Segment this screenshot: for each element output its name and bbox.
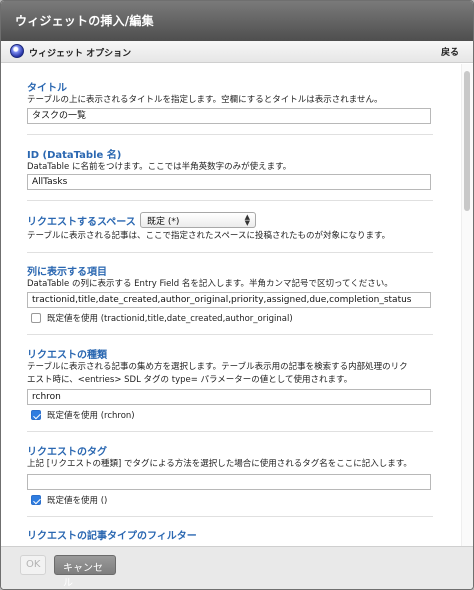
options-scroll-area[interactable]: タイトル テーブルの上に表示されるタイトルを指定します。空欄にするとタイトルは表…: [1, 64, 461, 546]
scrollbar-thumb[interactable]: [464, 71, 470, 211]
field-request-tag-description: 上記 [リクエストの種類] でタグによる方法を選択した場合に使用されるタグ名をこ…: [27, 459, 412, 469]
field-columns-label: 列に表示する項目: [27, 267, 107, 278]
field-id-description: DataTable に名前をつけます。ここでは半角英数字のみが使えます。: [27, 162, 292, 172]
field-title-description: テーブルの上に表示されるタイトルを指定します。空欄にするとタイトルは表示されませ…: [27, 95, 383, 105]
select-arrows-icon: ▲ ▼: [244, 213, 250, 227]
title-input[interactable]: タスクの一覧: [27, 108, 431, 124]
divider: [27, 334, 433, 335]
divider: [27, 431, 433, 432]
field-request-filter-label: リクエストの記事タイプのフィルター: [27, 531, 197, 542]
checkbox-unchecked-icon[interactable]: [31, 313, 41, 323]
request-kind-default-label: 既定値を使用 (rchron): [47, 411, 135, 421]
field-request-kind-description-2: エスト時に、<entries> SDL タグの type= パラメーターの値とし…: [27, 375, 353, 385]
checkbox-checked-icon[interactable]: [31, 410, 41, 420]
divider: [27, 252, 433, 253]
field-request-kind-description-1: テーブルに表示される記事の集め方を選択します。テーブル表示用の記事を検索する内部…: [27, 362, 408, 372]
options-subtitle: ウィジェット オプション: [29, 49, 132, 59]
field-request-tag-label: リクエストのタグ: [27, 447, 107, 458]
divider: [27, 134, 433, 135]
request-kind-default-checkbox[interactable]: 既定値を使用 (rchron): [31, 409, 135, 421]
back-link[interactable]: 戻る: [441, 45, 459, 58]
space-select[interactable]: 既定 (*) ▲ ▼: [140, 212, 256, 228]
columns-default-checkbox[interactable]: 既定値を使用 (tractionid,title,date_created,au…: [31, 312, 293, 324]
dialog-title: ウィジェットの挿入/編集: [1, 1, 473, 41]
field-request-kind: リクエストの種類 テーブルに表示される記事の集め方を選択します。テーブル表示用の…: [27, 346, 437, 387]
field-request-filter: リクエストの記事タイプのフィルター: [27, 527, 437, 542]
dialog-footer: OK キャンセル: [1, 546, 473, 589]
app-logo-icon: [10, 44, 24, 58]
request-tag-default-checkbox[interactable]: 既定値を使用 (): [31, 494, 107, 506]
ok-button[interactable]: OK: [20, 555, 46, 575]
field-columns: 列に表示する項目 DataTable の列に表示する Entry Field 名…: [27, 263, 437, 291]
field-title: タイトル テーブルの上に表示されるタイトルを指定します。空欄にするとタイトルは表…: [27, 79, 437, 107]
request-tag-input[interactable]: [27, 474, 431, 490]
field-request-tag: リクエストのタグ 上記 [リクエストの種類] でタグによる方法を選択した場合に使…: [27, 443, 437, 471]
columns-default-label: 既定値を使用 (tractionid,title,date_created,au…: [47, 314, 293, 324]
field-id-label: ID (DataTable 名): [27, 150, 122, 161]
columns-input[interactable]: tractionid,title,date_created,author_ori…: [27, 292, 431, 308]
field-title-label: タイトル: [27, 83, 67, 94]
id-input[interactable]: AllTasks: [27, 174, 431, 190]
divider: [27, 516, 433, 517]
widget-dialog: ウィジェットの挿入/編集 ウィジェット オプション 戻る タイトル テーブルの上…: [0, 0, 474, 590]
field-request-kind-label: リクエストの種類: [27, 350, 107, 361]
checkbox-checked-icon[interactable]: [31, 495, 41, 505]
divider: [27, 200, 433, 201]
space-select-value: 既定 (*): [147, 217, 180, 227]
request-kind-input[interactable]: rchron: [27, 389, 431, 405]
cancel-button[interactable]: キャンセル: [54, 555, 116, 589]
options-header: ウィジェット オプション 戻る: [1, 41, 473, 63]
field-columns-description: DataTable の列に表示する Entry Field 名を記入します。半角…: [27, 279, 393, 289]
field-space-description: テーブルに表示される記事は、ここで指定されたスペースに投稿されたものが対象になり…: [27, 231, 391, 241]
field-id: ID (DataTable 名) DataTable に名前をつけます。ここでは…: [27, 146, 437, 174]
request-tag-default-label: 既定値を使用 (): [47, 496, 108, 506]
